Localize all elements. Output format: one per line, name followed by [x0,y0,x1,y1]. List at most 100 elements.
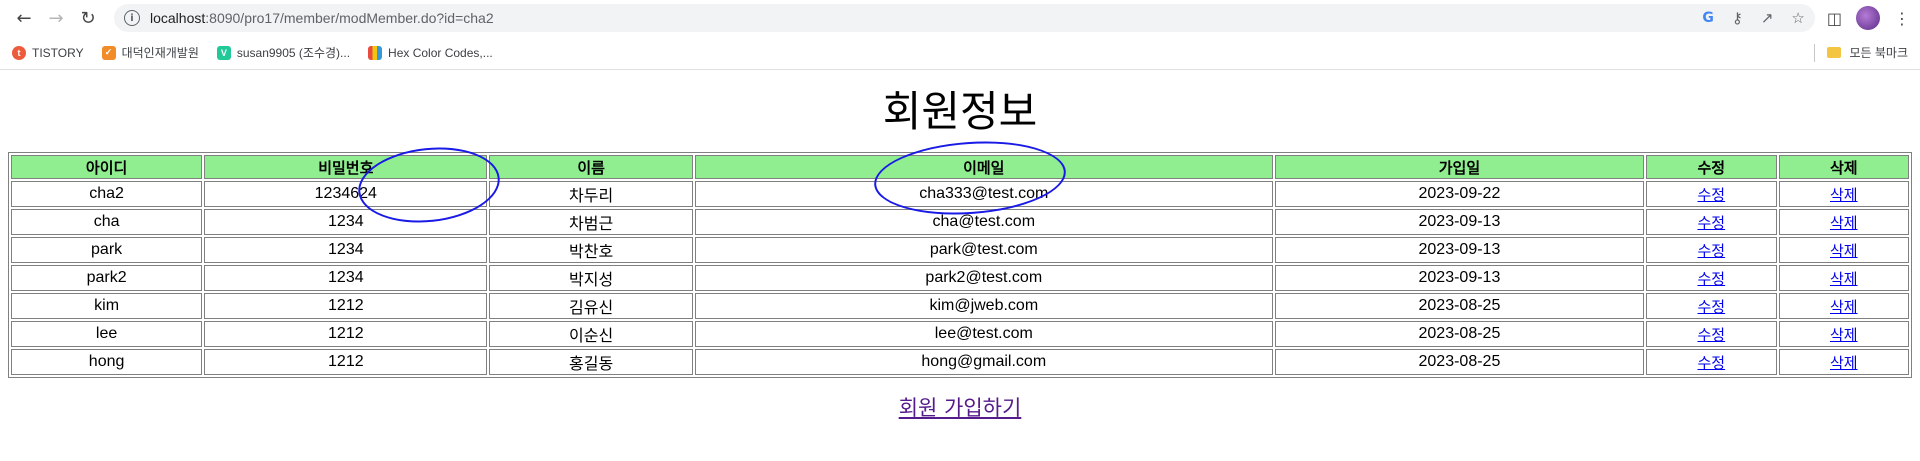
bookmark-label: Hex Color Codes,... [388,45,493,60]
delete-link[interactable]: 삭제 [1830,242,1858,260]
table-row: cha 1234 차범근 cha@test.com 2023-09-13 수정 삭제 [11,209,1909,235]
edit-link[interactable]: 수정 [1698,354,1726,372]
toolbar-right: ◫ ⋮ [1827,6,1910,30]
url-text[interactable]: localhost:8090/pro17/member/modMember.do… [150,10,494,26]
cell-password: 1234 [204,237,488,263]
all-bookmarks-label: 모든 북마크 [1849,46,1908,60]
cell-joindate: 2023-09-22 [1274,181,1645,207]
key-icon[interactable]: ⚷ [1732,9,1743,27]
cell-delete: 삭제 [1778,349,1909,375]
cell-delete: 삭제 [1778,237,1909,263]
join-member-link[interactable]: 회원 가입하기 [899,396,1022,420]
cell-id: cha [11,209,203,235]
bookmark-label: susan9905 (조수경)... [236,46,351,60]
cell-joindate: 2023-09-13 [1274,265,1645,291]
share-icon[interactable]: ↗ [1761,9,1774,27]
delete-link[interactable]: 삭제 [1830,270,1858,288]
bookmark-susan[interactable]: V susan9905 (조수경)... [216,44,351,61]
cell-id: cha2 [11,181,203,207]
omnibox-actions: G ⚷ ↗ ☆ [1702,9,1805,27]
join-link-wrap: 회원 가입하기 [0,392,1920,422]
side-panel-icon[interactable]: ◫ [1827,9,1842,28]
cell-joindate: 2023-08-25 [1274,349,1645,375]
cell-edit: 수정 [1646,321,1777,347]
url-path: :8090/pro17/member/modMember.do?id=cha2 [205,10,494,26]
table-row: lee 1212 이순신 lee@test.com 2023-08-25 수정 삭제 [11,321,1909,347]
cell-password: 1234 [204,265,488,291]
page-title: 회원정보 [882,87,1038,136]
cell-delete: 삭제 [1778,293,1909,319]
cell-delete: 삭제 [1778,209,1909,235]
back-button[interactable]: ← [10,4,38,32]
cell-delete: 삭제 [1778,321,1909,347]
cell-name: 박지성 [489,265,693,291]
bookmark-daedeok[interactable]: ✓ 대덕인재개발원 [101,44,199,61]
cell-password: 1234624 [204,181,488,207]
cell-name: 차두리 [489,181,693,207]
cell-edit: 수정 [1646,237,1777,263]
bookmark-hexcolor[interactable]: Hex Color Codes,... [368,45,493,60]
divider [1814,43,1816,62]
table-header-row: 아이디 비밀번호 이름 이메일 가입일 수정 삭제 [11,155,1909,179]
cell-name: 김유신 [489,293,693,319]
member-table-wrap: 아이디 비밀번호 이름 이메일 가입일 수정 삭제 cha2 1234624 차두리… [0,135,1920,378]
cell-id: kim [11,293,203,319]
cell-name: 홍길동 [489,349,693,375]
table-row: hong 1212 홍길동 hong@gmail.com 2023-08-25 수정 삭제 [11,349,1909,375]
velog-icon: V [216,45,231,60]
cell-edit: 수정 [1646,209,1777,235]
table-row: park2 1234 박지성 park2@test.com 2023-09-13 수정 삭제 [11,265,1909,291]
delete-link[interactable]: 삭제 [1830,298,1858,316]
cell-edit: 수정 [1646,293,1777,319]
delete-link[interactable]: 삭제 [1830,354,1858,372]
cell-joindate: 2023-09-13 [1274,237,1645,263]
edit-link[interactable]: 수정 [1698,270,1726,288]
bookmark-tistory[interactable]: t TISTORY [12,45,84,60]
cell-edit: 수정 [1646,181,1777,207]
delete-link[interactable]: 삭제 [1830,214,1858,232]
cell-email: park2@test.com [694,265,1273,291]
table-row: park 1234 박찬호 park@test.com 2023-09-13 수정 삭제 [11,237,1909,263]
edit-link[interactable]: 수정 [1698,242,1726,260]
bookmark-label: TISTORY [32,45,84,60]
edit-link[interactable]: 수정 [1698,298,1726,316]
cell-password: 1234 [204,209,488,235]
forward-button[interactable]: → [42,4,70,32]
header-id: 아이디 [11,155,203,179]
arrow-left-icon: ← [16,7,32,29]
cell-name: 박찬호 [489,237,693,263]
cell-password: 1212 [204,293,488,319]
cell-id: lee [11,321,203,347]
avatar[interactable] [1856,6,1880,30]
google-icon[interactable]: G [1702,10,1714,26]
menu-kebab-icon[interactable]: ⋮ [1894,9,1910,28]
star-icon[interactable]: ☆ [1791,9,1804,27]
edit-link[interactable]: 수정 [1698,326,1726,344]
edit-link[interactable]: 수정 [1698,186,1726,204]
address-bar[interactable]: i localhost:8090/pro17/member/modMember.… [114,4,1815,32]
cell-joindate: 2023-08-25 [1274,293,1645,319]
header-email: 이메일 [694,155,1273,179]
tistory-icon: t [12,45,26,60]
cell-email: park@test.com [694,237,1273,263]
brush-icon: ✓ [101,45,116,60]
url-host: localhost [150,10,206,26]
edit-link[interactable]: 수정 [1698,214,1726,232]
browser-toolbar: ← → ↻ i localhost:8090/pro17/member/modM… [0,0,1920,36]
delete-link[interactable]: 삭제 [1830,326,1858,344]
delete-link[interactable]: 삭제 [1830,186,1858,204]
cell-email: cha@test.com [694,209,1273,235]
info-icon[interactable]: i [124,10,140,26]
table-row: kim 1212 김유신 kim@jweb.com 2023-08-25 수정 삭제 [11,293,1909,319]
header-delete: 삭제 [1778,155,1909,179]
reload-button[interactable]: ↻ [74,4,102,32]
cell-email: kim@jweb.com [694,293,1273,319]
cell-email: cha333@test.com [694,181,1273,207]
all-bookmarks[interactable]: 모든 북마크 [1814,43,1908,62]
cell-id: park2 [11,265,203,291]
cell-password: 1212 [204,349,488,375]
color-palette-icon [368,45,383,60]
table-row: cha2 1234624 차두리 cha333@test.com 2023-09-22 수… [11,181,1909,207]
cell-joindate: 2023-08-25 [1274,321,1645,347]
cell-edit: 수정 [1646,265,1777,291]
